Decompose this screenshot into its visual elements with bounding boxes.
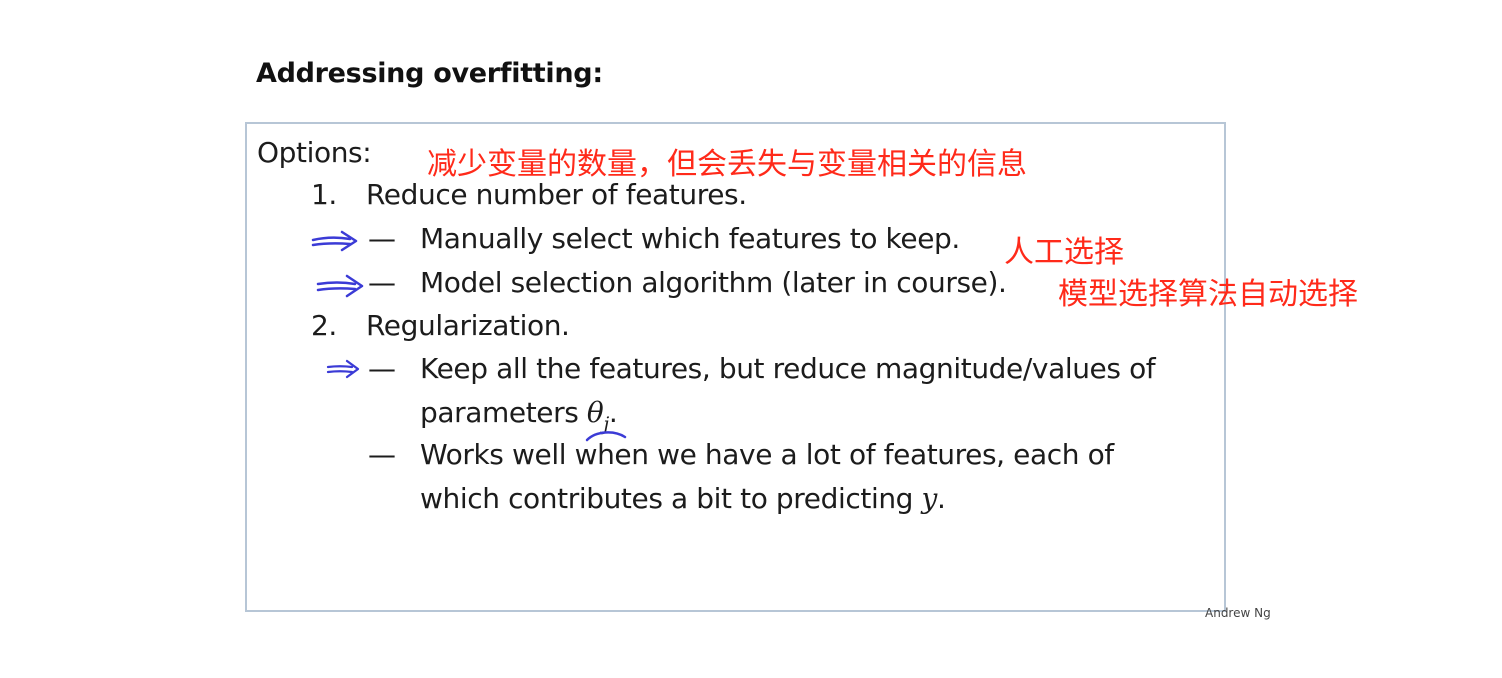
note-model: 模型选择算法自动选择 bbox=[1058, 277, 1358, 312]
bullet-keep-features-line2: parameters θj. bbox=[420, 396, 618, 435]
period: . bbox=[936, 482, 946, 515]
bullet-keep-features-line1: Keep all the features, but reduce magnit… bbox=[420, 352, 1156, 385]
option2-text: Regularization. bbox=[366, 309, 570, 342]
note-manual: 人工选择 bbox=[1004, 235, 1124, 270]
period: . bbox=[608, 396, 618, 429]
bullet-works-well-line1: Works well when we have a lot of feature… bbox=[420, 438, 1114, 471]
y-symbol: y bbox=[921, 482, 938, 515]
option1-number: 1. bbox=[311, 178, 337, 211]
bullet-manual-select: Manually select which features to keep. bbox=[420, 222, 960, 255]
bullet-works-well-line2: which contributes a bit to predicting y. bbox=[420, 482, 946, 515]
note-reduce-features: 减少变量的数量，但会丢失与变量相关的信息 bbox=[427, 147, 1027, 182]
options-label: Options: bbox=[257, 136, 372, 169]
bullet-dash: — bbox=[368, 352, 396, 385]
bullet-model-selection: Model selection algorithm (later in cour… bbox=[420, 266, 1007, 299]
theta-symbol: θ bbox=[586, 396, 604, 429]
hand-arrow-icon bbox=[311, 230, 358, 252]
hand-arrow-icon bbox=[316, 274, 364, 298]
bullet-dash: — bbox=[368, 266, 396, 299]
parameters-text: parameters bbox=[420, 396, 587, 429]
option2-number: 2. bbox=[311, 309, 337, 342]
bullet-dash: — bbox=[368, 222, 396, 255]
author-credit: Andrew Ng bbox=[1205, 606, 1271, 620]
bullet-dash: — bbox=[368, 438, 396, 471]
hand-arrow-icon bbox=[326, 359, 360, 379]
option1-text: Reduce number of features. bbox=[366, 178, 747, 211]
slide-title: Addressing overfitting: bbox=[256, 58, 603, 89]
predicting-text: which contributes a bit to predicting bbox=[420, 482, 922, 515]
